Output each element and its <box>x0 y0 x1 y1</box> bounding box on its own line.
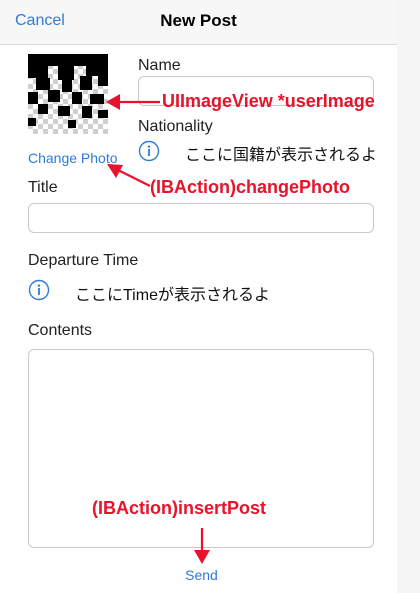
title-field[interactable] <box>28 203 374 233</box>
info-icon[interactable] <box>28 279 50 301</box>
right-edge-strip <box>397 0 420 593</box>
departure-time-label: Departure Time <box>28 252 139 269</box>
departure-time-value: ここにTimeが表示されるよ <box>75 287 270 304</box>
name-label: Name <box>138 57 181 74</box>
annotation-insert-post: (IBAction)insertPost <box>92 498 267 518</box>
info-icon[interactable] <box>138 140 160 162</box>
annotation-user-image: UIImageView *userImage <box>162 91 375 111</box>
navigation-bar: Cancel New Post <box>0 0 397 45</box>
page-title: New Post <box>160 11 237 30</box>
send-button[interactable]: Send <box>0 567 403 583</box>
title-label: Title <box>28 179 58 196</box>
nationality-label: Nationality <box>138 118 213 135</box>
user-image <box>28 54 108 134</box>
arrow-user-image <box>106 94 160 110</box>
arrow-change-photo <box>107 164 151 187</box>
annotation-change-photo: (IBAction)changePhoto <box>150 177 350 197</box>
nationality-value: ここに国籍が表示されるよ <box>185 147 378 164</box>
contents-label: Contents <box>28 322 93 339</box>
arrow-insert-post <box>194 528 210 564</box>
